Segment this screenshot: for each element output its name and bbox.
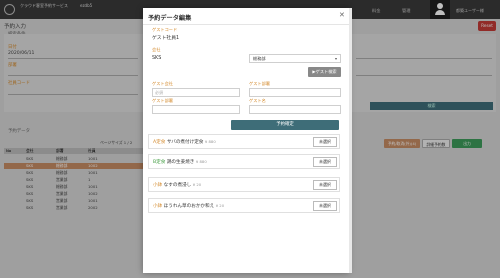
- company-value: SKS: [152, 56, 162, 61]
- dialog-divider: [143, 24, 349, 25]
- menu-price: ¥ 20: [215, 203, 225, 208]
- menu-name: サバの煮付け定食: [166, 140, 204, 145]
- menu-category: 小鉢: [153, 204, 163, 209]
- confirm-reservation-button[interactable]: 予約確定: [231, 120, 339, 130]
- menu-card: 小鉢 ほうれん草のおかか和え ¥ 20 未選択: [148, 198, 340, 213]
- guest-dept-input[interactable]: [249, 88, 341, 97]
- dept-select[interactable]: 総務部 ▾: [249, 54, 341, 63]
- guest-code-label: ゲストコード: [152, 27, 178, 32]
- menu-category: B定食: [153, 160, 166, 165]
- guest-search-button[interactable]: ▶ゲスト検索: [308, 67, 341, 77]
- select-menu-button[interactable]: 未選択: [313, 137, 337, 147]
- select-menu-button[interactable]: 未選択: [313, 180, 337, 190]
- menu-card-text: 小鉢 ほうれん草のおかか和え ¥ 20: [153, 203, 224, 209]
- menu-price: ¥ 880: [204, 139, 216, 144]
- menu-category: A定食: [153, 140, 166, 145]
- menu-card: 小鉢 なすの煮浸し ¥ 20 未選択: [148, 177, 340, 192]
- menu-category: 小鉢: [153, 183, 163, 188]
- dept-select-value: 総務部: [253, 56, 266, 61]
- menu-price: ¥ 880: [195, 159, 207, 164]
- chevron-down-icon: ▾: [334, 56, 337, 61]
- guest-office-label: ゲスト部署: [152, 98, 173, 103]
- guest-code-value: ゲスト社員1: [152, 36, 180, 41]
- guest-office-input[interactable]: [152, 105, 240, 114]
- menu-card: A定食 サバの煮付け定食 ¥ 880 未選択: [148, 134, 340, 149]
- guest-name-input[interactable]: [249, 105, 341, 114]
- menu-name: 鶏の生姜焼き: [166, 160, 195, 165]
- menu-card-text: A定食 サバの煮付け定食 ¥ 880: [153, 139, 216, 145]
- close-icon[interactable]: ✕: [339, 11, 345, 19]
- guest-dept-label: ゲスト部署: [249, 81, 270, 86]
- menu-card-text: 小鉢 なすの煮浸し ¥ 20: [153, 182, 201, 188]
- select-menu-button[interactable]: 未選択: [313, 201, 337, 211]
- dialog-scrollbar[interactable]: [349, 8, 352, 273]
- guest-company-label: ゲスト会社: [152, 81, 173, 86]
- guest-name-label: ゲスト名: [249, 98, 266, 103]
- reservation-edit-dialog: 予約データ編集 ✕ ゲストコード ゲスト社員1 会社 SKS 総務部 ▾ ▶ゲス…: [143, 8, 349, 273]
- menu-card: B定食 鶏の生姜焼き ¥ 880 未選択: [148, 154, 340, 169]
- company-label: 会社: [152, 47, 161, 52]
- select-menu-button[interactable]: 未選択: [313, 157, 337, 167]
- menu-price: ¥ 20: [192, 182, 202, 187]
- menu-name: なすの煮浸し: [163, 183, 192, 188]
- guest-company-input[interactable]: 必須: [152, 88, 240, 97]
- menu-name: ほうれん草のおかか和え: [163, 204, 215, 209]
- dialog-title: 予約データ編集: [148, 15, 192, 22]
- menu-card-text: B定食 鶏の生姜焼き ¥ 880: [153, 159, 207, 165]
